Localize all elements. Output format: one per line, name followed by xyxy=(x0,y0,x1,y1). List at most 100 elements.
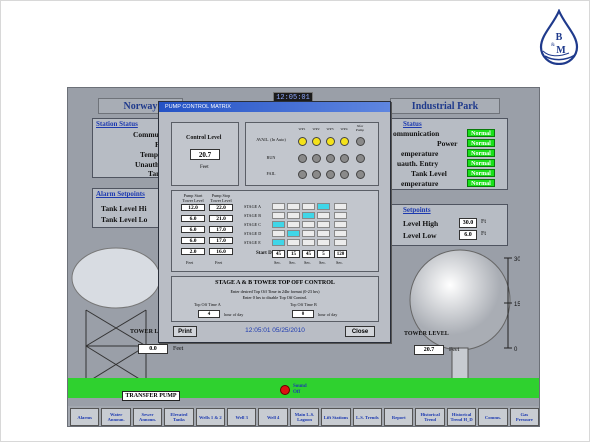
matrix-cell[interactable] xyxy=(334,230,347,237)
matrix-cell[interactable] xyxy=(334,203,347,210)
sec-label: Sec. xyxy=(289,260,297,265)
matrix-cell[interactable] xyxy=(287,203,300,210)
nav-gas-pressure[interactable]: Gas Pressure xyxy=(509,408,539,426)
status-lamp xyxy=(340,154,349,163)
status-row-label: emperature xyxy=(401,179,439,188)
status-lamp xyxy=(326,154,335,163)
status-lamp xyxy=(326,137,335,146)
print-button[interactable]: Print xyxy=(173,326,197,337)
left-water-tower-icon xyxy=(71,247,161,384)
stop-feet-label: Feet xyxy=(215,260,223,265)
nav-wells-1-2[interactable]: Wells 1 & 2 xyxy=(195,408,226,426)
close-button[interactable]: Close xyxy=(345,326,375,337)
matrix-cell[interactable] xyxy=(287,230,300,237)
bottom-nav-bar: Alarms Water Announ. Sewer Announ. Eleva… xyxy=(68,406,539,426)
nav-sewer-announ[interactable]: Sewer Announ. xyxy=(132,408,163,426)
nav-water-announ[interactable]: Water Announ. xyxy=(101,408,131,426)
matrix-cell[interactable] xyxy=(317,230,330,237)
matrix-cell[interactable] xyxy=(287,239,300,246)
status-lamp xyxy=(298,137,307,146)
pump-level-matrix-panel: Pump Start Tower Level Pump Stop Tower L… xyxy=(171,190,379,272)
start-feet-label: Feet xyxy=(186,260,194,265)
dialog-title-bar[interactable]: PUMP CONTROL MATRIX xyxy=(159,102,390,112)
unit-label: Ft xyxy=(481,219,487,225)
matrix-cell[interactable] xyxy=(272,212,285,219)
level-low-value[interactable]: 6.0 xyxy=(459,230,477,240)
start-level-cell[interactable]: 6.0 xyxy=(181,237,205,244)
status-lamp xyxy=(298,154,307,163)
pump-status-panel: WP1 WP2 WP3 WP4 Xfer Pump AVAIL. (In Aut… xyxy=(245,122,379,186)
start-delay-value[interactable]: 45 xyxy=(302,250,315,258)
start-delay-value[interactable]: 5 xyxy=(317,250,330,258)
matrix-cell[interactable] xyxy=(302,230,315,237)
nav-main-ls-lagoon[interactable]: Main L.S. Lagoon xyxy=(289,408,320,426)
level-high-value[interactable]: 30.0 xyxy=(459,218,477,228)
status-row-label: Power xyxy=(437,139,458,148)
status-lamp xyxy=(312,170,321,179)
matrix-cell[interactable] xyxy=(272,221,285,228)
stage-label: STAGE E xyxy=(244,240,261,245)
matrix-cell[interactable] xyxy=(272,230,285,237)
matrix-cell[interactable] xyxy=(317,203,330,210)
nav-report[interactable]: Report xyxy=(384,408,414,426)
start-delay-value[interactable]: 120 xyxy=(334,250,347,258)
setpoint-label: Tank Level Hi xyxy=(101,204,147,213)
stop-level-cell[interactable]: 17.0 xyxy=(209,237,233,244)
stop-level-cell[interactable]: 16.0 xyxy=(209,248,233,255)
matrix-cell[interactable] xyxy=(302,203,315,210)
setpoint-label: Tank Level Lo xyxy=(101,215,148,224)
start-delay-value[interactable]: 45 xyxy=(272,250,285,258)
start-level-cell[interactable]: 12.0 xyxy=(181,204,205,211)
nav-well-4[interactable]: Well 4 xyxy=(258,408,288,426)
matrix-cell[interactable] xyxy=(302,239,315,246)
stage-label: STAGE A xyxy=(244,204,261,209)
status-lamp xyxy=(298,170,307,179)
right-tower-label: TOWER LEVEL xyxy=(404,331,449,337)
status-indicator: Normal xyxy=(467,179,495,187)
top-off-time-a-input[interactable]: 4 xyxy=(198,310,220,318)
start-level-cell[interactable]: 6.0 xyxy=(181,226,205,233)
nav-comms[interactable]: Comms. xyxy=(478,408,508,426)
matrix-cell[interactable] xyxy=(287,221,300,228)
sound-off-button[interactable] xyxy=(280,385,290,395)
top-off-disable-note: Enter 0 hrs to disable Top Off Control. xyxy=(242,295,308,300)
nav-historical-trend-hd[interactable]: Historical Trend H_D xyxy=(446,408,477,426)
status-lamp xyxy=(356,137,365,146)
nav-alarms[interactable]: Alarms xyxy=(70,408,100,426)
transfer-pump-label[interactable]: TRANSFER PUMP xyxy=(122,391,180,401)
right-site-banner: Industrial Park xyxy=(390,98,500,114)
nav-ls-trends[interactable]: L.S. Trends xyxy=(352,408,383,426)
stop-level-cell[interactable]: 21.0 xyxy=(209,215,233,222)
stage-label: STAGE C xyxy=(244,222,261,227)
control-level-label: Control Level xyxy=(186,135,222,141)
start-level-cell[interactable]: 6.0 xyxy=(181,215,205,222)
matrix-cell[interactable] xyxy=(302,212,315,219)
control-level-panel: Control Level 20.7 Feet xyxy=(171,122,239,186)
matrix-cell[interactable] xyxy=(317,212,330,219)
matrix-cell[interactable] xyxy=(272,203,285,210)
nav-elevated-tanks[interactable]: Elevated Tanks xyxy=(164,408,194,426)
matrix-cell[interactable] xyxy=(334,221,347,228)
stop-level-cell[interactable]: 22.0 xyxy=(209,204,233,211)
unit-label: Ft xyxy=(481,231,487,237)
matrix-cell[interactable] xyxy=(334,212,347,219)
matrix-cell[interactable] xyxy=(334,239,347,246)
nav-well-3[interactable]: Well 3 xyxy=(227,408,257,426)
sound-label: Sound Off xyxy=(293,384,307,396)
fail-label: FAIL xyxy=(266,171,276,176)
matrix-cell[interactable] xyxy=(317,221,330,228)
matrix-cell[interactable] xyxy=(317,239,330,246)
avail-label: AVAIL. (In Auto) xyxy=(256,137,286,142)
nav-lift-stations[interactable]: Lift Stations xyxy=(321,408,351,426)
matrix-cell[interactable] xyxy=(302,221,315,228)
matrix-cell[interactable] xyxy=(272,239,285,246)
setpoint-label: Level Low xyxy=(403,231,437,240)
stop-level-cell[interactable]: 17.0 xyxy=(209,226,233,233)
top-off-panel: STAGE A & B TOWER TOP OFF CONTROL Enter … xyxy=(171,276,379,322)
top-off-time-b-input[interactable]: 0 xyxy=(292,310,314,318)
matrix-cell[interactable] xyxy=(287,212,300,219)
col-head-wp4: WP4 xyxy=(340,127,348,131)
nav-historical-trend[interactable]: Historical Trend xyxy=(415,408,445,426)
start-level-cell[interactable]: 2.0 xyxy=(181,248,205,255)
start-delay-value[interactable]: 15 xyxy=(287,250,300,258)
